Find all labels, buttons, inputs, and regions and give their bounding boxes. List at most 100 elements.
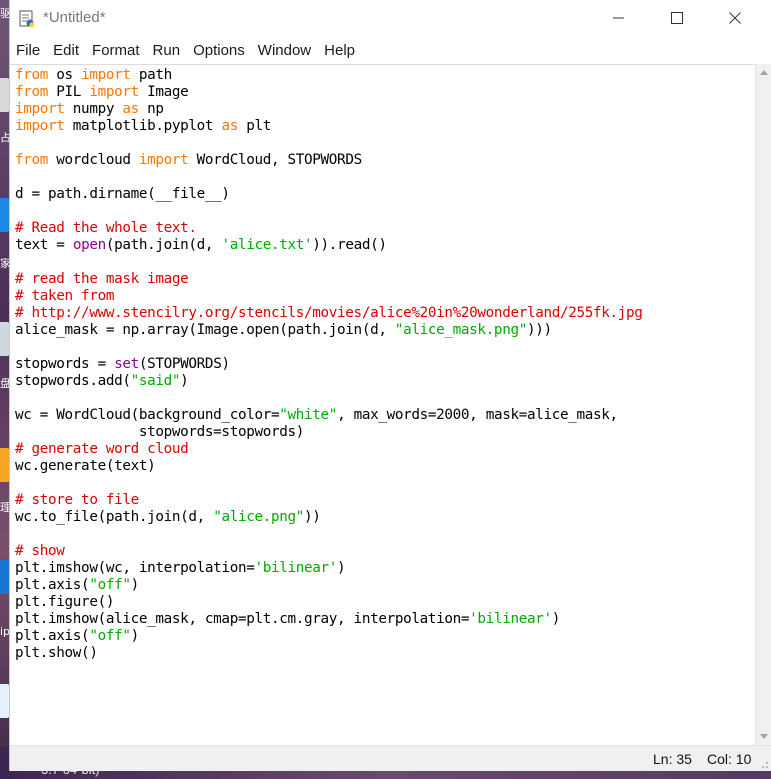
- code-line[interactable]: [15, 526, 643, 543]
- code-line[interactable]: # Read the whole text.: [15, 220, 643, 237]
- code-token: open: [72, 237, 106, 253]
- code-line[interactable]: plt.axis("off"): [15, 577, 643, 594]
- code-token: "off": [89, 577, 131, 593]
- code-token: ))): [526, 322, 552, 338]
- code-token: ): [337, 560, 346, 576]
- close-icon: [729, 9, 741, 29]
- code-line[interactable]: # show: [15, 543, 643, 560]
- code-token: stopwords =: [15, 356, 115, 372]
- code-token: # store to file: [15, 492, 139, 508]
- code-line[interactable]: stopwords=stopwords): [15, 424, 643, 441]
- desktop-shortcut-icon[interactable]: [0, 78, 10, 112]
- code-line[interactable]: alice_mask = np.array(Image.open(path.jo…: [15, 322, 643, 339]
- desktop-icon-label: 占: [0, 132, 10, 144]
- code-line[interactable]: wc.generate(text): [15, 458, 643, 475]
- title-bar[interactable]: *Untitled*: [10, 0, 771, 38]
- vertical-scrollbar[interactable]: [755, 64, 771, 745]
- menu-file[interactable]: File: [10, 39, 47, 63]
- code-line[interactable]: [15, 254, 643, 271]
- code-token: alice_mask = np.array(Image.open(path.jo…: [15, 322, 395, 338]
- code-line[interactable]: from os import path: [15, 67, 643, 84]
- maximize-icon: [671, 9, 683, 29]
- window-title: *Untitled*: [43, 9, 106, 26]
- code-token: , max_words=2000, mask=alice_mask,: [337, 407, 618, 423]
- code-token: set: [114, 356, 139, 372]
- code-line[interactable]: plt.axis("off"): [15, 628, 643, 645]
- desktop-shortcut-icon[interactable]: [0, 448, 10, 482]
- menu-options[interactable]: Options: [187, 39, 252, 63]
- code-token: 'bilinear': [254, 560, 338, 576]
- code-token: import: [81, 67, 131, 83]
- idle-app-icon: [19, 10, 35, 28]
- code-line[interactable]: from wordcloud import WordCloud, STOPWOR…: [15, 152, 643, 169]
- desktop-icon-label: 理: [0, 502, 10, 514]
- code-line[interactable]: d = path.dirname(__file__): [15, 186, 643, 203]
- code-line[interactable]: [15, 169, 643, 186]
- desktop-icon-label: 盘: [0, 378, 10, 390]
- scroll-down-icon[interactable]: [760, 734, 768, 739]
- code-line[interactable]: # read the mask image: [15, 271, 643, 288]
- code-token: numpy: [64, 101, 123, 117]
- code-token: stopwords=stopwords): [15, 424, 305, 440]
- code-line[interactable]: stopwords.add("said"): [15, 373, 643, 390]
- code-line[interactable]: [15, 135, 643, 152]
- code-line[interactable]: # http://www.stencilry.org/stencils/movi…: [15, 305, 643, 322]
- desktop-shortcut-icon[interactable]: [0, 560, 10, 594]
- code-token: plt.figure(): [15, 594, 115, 610]
- code-token: wc = WordCloud(background_color=: [15, 407, 280, 423]
- code-line[interactable]: # store to file: [15, 492, 643, 509]
- code-editor[interactable]: from os import path from PIL import Image…: [10, 64, 755, 746]
- code-token: plt.imshow(wc, interpolation=: [15, 560, 255, 576]
- code-token: "off": [89, 628, 131, 644]
- code-line[interactable]: plt.show(): [15, 645, 643, 662]
- code-token: wc.generate(text): [15, 458, 156, 474]
- desktop-shortcut-icon[interactable]: [0, 684, 10, 718]
- code-line[interactable]: stopwords = set(STOPWORDS): [15, 356, 643, 373]
- close-button[interactable]: [706, 0, 764, 38]
- menu-window[interactable]: Window: [252, 39, 318, 63]
- code-token: wordcloud: [48, 152, 139, 168]
- code-token: wc.to_file(path.join(d,: [15, 509, 214, 525]
- code-line[interactable]: from PIL import Image: [15, 84, 643, 101]
- code-token: plt.axis(: [15, 628, 90, 644]
- minimize-button[interactable]: [590, 0, 648, 38]
- menu-help[interactable]: Help: [318, 39, 362, 63]
- code-token: np: [138, 101, 164, 117]
- code-line[interactable]: wc.to_file(path.join(d, "alice.png")): [15, 509, 643, 526]
- code-token: )).read(): [312, 237, 387, 253]
- desktop-shortcut-icon[interactable]: [0, 322, 10, 356]
- code-token: ): [180, 373, 189, 389]
- code-line[interactable]: wc = WordCloud(background_color="white",…: [15, 407, 643, 424]
- code-line[interactable]: plt.imshow(wc, interpolation='bilinear'): [15, 560, 643, 577]
- maximize-button[interactable]: [648, 0, 706, 38]
- code-line[interactable]: import matplotlib.pyplot as plt: [15, 118, 643, 135]
- code-line[interactable]: plt.imshow(alice_mask, cmap=plt.cm.gray,…: [15, 611, 643, 628]
- code-token: "alice_mask.png": [394, 322, 527, 338]
- code-line[interactable]: [15, 203, 643, 220]
- code-line[interactable]: [15, 475, 643, 492]
- cursor-line-indicator: Ln: 35: [653, 751, 692, 767]
- code-token: import: [138, 152, 189, 168]
- code-line[interactable]: # taken from: [15, 288, 643, 305]
- desktop-icon-label: 家: [0, 258, 10, 270]
- code-token: as: [221, 118, 238, 134]
- minimize-icon: [613, 9, 625, 29]
- resize-grip-icon[interactable]: [759, 759, 769, 769]
- desktop-shortcut-icon[interactable]: [0, 198, 10, 232]
- code-token: d = path.dirname(__file__): [15, 186, 230, 202]
- scroll-up-icon[interactable]: [760, 70, 768, 75]
- code-line[interactable]: [15, 339, 643, 356]
- code-token: "alice.png": [213, 509, 305, 525]
- code-line[interactable]: [15, 390, 643, 407]
- code-line[interactable]: import numpy as np: [15, 101, 643, 118]
- code-line[interactable]: text = open(path.join(d, 'alice.txt')).r…: [15, 237, 643, 254]
- code-token: plt.show(): [15, 645, 98, 661]
- menu-run[interactable]: Run: [147, 39, 188, 63]
- code-line[interactable]: plt.figure(): [15, 594, 643, 611]
- code-line[interactable]: # generate word cloud: [15, 441, 643, 458]
- code-token: # taken from: [15, 288, 115, 304]
- menu-format[interactable]: Format: [86, 39, 147, 63]
- code-token: PIL: [48, 84, 90, 100]
- menu-edit[interactable]: Edit: [47, 39, 86, 63]
- code-text[interactable]: from os import path from PIL import Image…: [15, 67, 643, 662]
